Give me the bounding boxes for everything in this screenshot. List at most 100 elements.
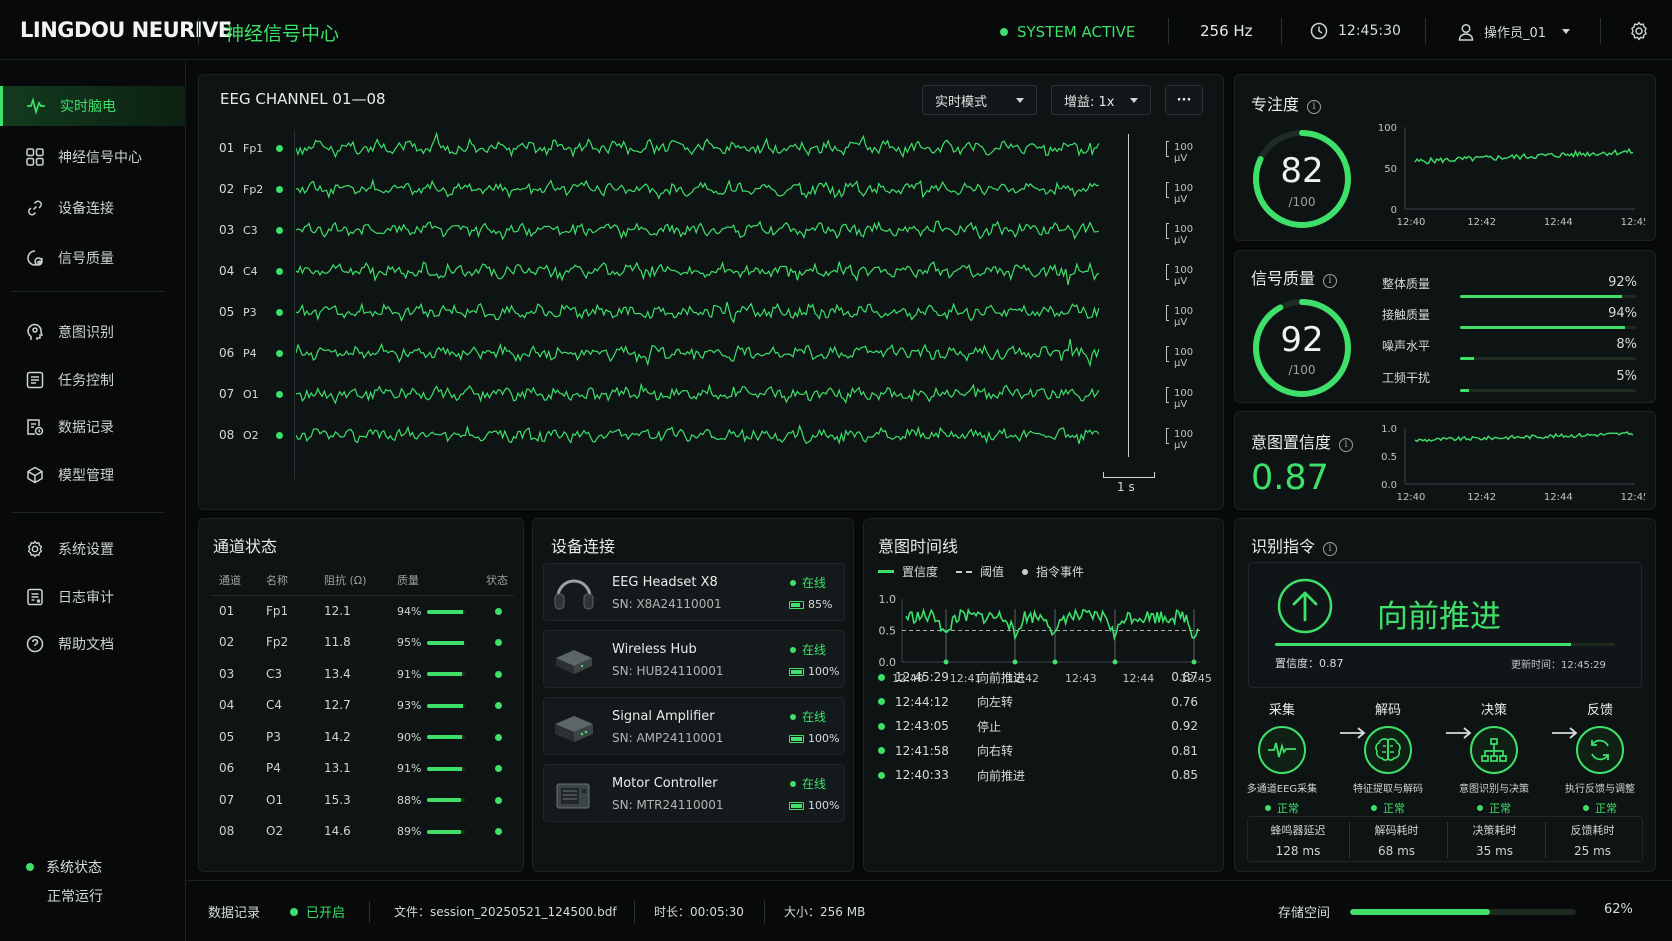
info-icon[interactable]: i bbox=[1323, 274, 1338, 288]
battery-icon bbox=[789, 600, 804, 609]
timeline-event[interactable]: 12:45:29 向前推进 0.87 bbox=[878, 667, 1198, 687]
eeg-channel-rows: 01 Fp1 100 µV 02 Fp2 100 µV 03 C3 100 µV 04… bbox=[199, 75, 1225, 511]
table-row[interactable]: 02 Fp2 11.8 95% bbox=[211, 627, 514, 659]
table-row[interactable]: 01 Fp1 12.1 94% bbox=[211, 595, 514, 627]
scale-bracket bbox=[1166, 182, 1169, 198]
table-row[interactable]: 06 P4 13.1 91% bbox=[211, 753, 514, 785]
device-card[interactable]: Motor Controller SN: MTR24110001 在线 100% bbox=[543, 764, 845, 822]
channel-scale: 100 µV bbox=[1174, 347, 1209, 369]
sidebar-item-signal-quality[interactable]: 信号质量 bbox=[0, 238, 186, 278]
channel-scale: 100 µV bbox=[1174, 183, 1209, 205]
cell-channel: 01 bbox=[219, 604, 235, 618]
channel-status-panel: 通道状态 通道 名称 阻抗 (Ω) 质量 状态 01 Fp1 12.1 94% … bbox=[198, 518, 524, 872]
timeline-event[interactable]: 12:43:05 停止 0.92 bbox=[878, 716, 1198, 736]
eeg-channel-row[interactable]: 05 P3 100 µV bbox=[199, 292, 1209, 332]
info-icon[interactable]: i bbox=[1307, 100, 1322, 114]
device-card[interactable]: Signal Amplifier SN: AMP24110001 在线 100% bbox=[543, 697, 845, 755]
eeg-channel-row[interactable]: 03 C3 100 µV bbox=[199, 210, 1209, 250]
pipeline-stage[interactable]: 解码 特征提取与解码 正常 bbox=[1343, 699, 1433, 816]
latency-item: 解码耗时 68 ms bbox=[1349, 822, 1443, 858]
sidebar-divider bbox=[12, 291, 164, 292]
eeg-channel-row[interactable]: 02 Fp2 100 µV bbox=[199, 169, 1209, 209]
gear-icon[interactable] bbox=[1629, 21, 1649, 41]
status-dot-icon bbox=[495, 733, 502, 741]
event-time: 12:43:05 bbox=[895, 719, 949, 733]
scale-bar bbox=[1103, 472, 1155, 478]
channel-status-dot bbox=[276, 309, 283, 316]
timeline-event[interactable]: 12:40:33 向前推进 0.85 bbox=[878, 765, 1198, 785]
quality-bar bbox=[427, 735, 466, 740]
channel-status-dot bbox=[276, 268, 283, 275]
status-dot-icon bbox=[790, 646, 796, 653]
device-card[interactable]: EEG Headset X8 SN: X8A24110001 在线 85% bbox=[543, 563, 845, 621]
sidebar-item-label: 设备连接 bbox=[58, 201, 114, 217]
cell-impedance: 14.6 bbox=[324, 824, 351, 839]
status-dot-icon bbox=[878, 722, 885, 730]
table-row[interactable]: 07 O1 15.3 88% bbox=[211, 784, 514, 816]
event-value: 0.92 bbox=[1171, 719, 1198, 733]
scale-bracket bbox=[1166, 428, 1169, 444]
info-icon[interactable]: i bbox=[1323, 542, 1338, 556]
command-updated: 更新时间：12:45:29 bbox=[1511, 660, 1606, 671]
cell-quality: 91% bbox=[397, 658, 475, 690]
device-card[interactable]: Wireless Hub SN: HUB24110001 在线 100% bbox=[543, 630, 845, 688]
device-battery: 100% bbox=[789, 665, 839, 678]
sidebar-item-log-audit[interactable]: 日志审计 bbox=[0, 577, 186, 617]
channel-scale-text: 100 µV bbox=[1174, 429, 1194, 451]
metric-value: 5% bbox=[1616, 369, 1637, 384]
stage-status-text: 正常 bbox=[1277, 802, 1299, 815]
quality-panel: 信号质量 i 92 /100 整体质量 92% 接触质量 94% 噪声水平 8% … bbox=[1234, 250, 1656, 403]
user-menu[interactable]: 操作员_01 bbox=[1458, 22, 1571, 41]
eeg-channel-row[interactable]: 06 P4 100 µV bbox=[199, 333, 1209, 373]
table-row[interactable]: 05 P3 14.2 90% bbox=[211, 721, 514, 753]
gear-icon bbox=[27, 540, 43, 558]
sidebar-item-model-management[interactable]: 模型管理 bbox=[0, 455, 186, 495]
timeline-event[interactable]: 12:44:12 向左转 0.76 bbox=[878, 692, 1198, 712]
pipeline-stage[interactable]: 反馈 执行反馈与调整 正常 bbox=[1555, 699, 1645, 816]
sidebar-item-data-record[interactable]: 数据记录 bbox=[0, 407, 186, 447]
eeg-waveform bbox=[296, 301, 1100, 324]
table-row[interactable]: 04 C4 12.7 93% bbox=[211, 690, 514, 722]
top-header: LINGDOU NEURIVE 神经信号中心 SYSTEM ACTIVE 256… bbox=[0, 0, 1672, 60]
eeg-channel-row[interactable]: 08 O2 100 µV bbox=[199, 415, 1209, 455]
sidebar-item-neural-center[interactable]: 神经信号中心 bbox=[0, 137, 186, 177]
device-name: Signal Amplifier bbox=[612, 709, 715, 724]
quality-bar bbox=[427, 766, 466, 771]
table-row[interactable]: 03 C3 13.4 91% bbox=[211, 658, 514, 690]
sidebar-item-label: 模型管理 bbox=[58, 468, 114, 484]
info-icon[interactable]: i bbox=[1339, 438, 1354, 452]
sidebar-item-settings[interactable]: 系统设置 bbox=[0, 529, 186, 569]
eeg-channel-row[interactable]: 07 O1 100 µV bbox=[199, 374, 1209, 414]
sidebar-item-label: 信号质量 bbox=[58, 251, 114, 267]
cell-name: O2 bbox=[266, 824, 284, 839]
sample-rate: 256 Hz bbox=[1200, 22, 1253, 40]
clock-time: 12:45:30 bbox=[1338, 23, 1401, 39]
sidebar-item-device-connection[interactable]: 设备连接 bbox=[0, 188, 186, 228]
metric-label: 噪声水平 bbox=[1382, 339, 1431, 353]
metric-bar bbox=[1460, 389, 1636, 392]
sidebar: 实时脑电 神经信号中心 设备连接 信号质量 意图识别 任务控制 数据记录 模型管… bbox=[0, 61, 186, 941]
sidebar-item-help[interactable]: 帮助文档 bbox=[0, 624, 186, 664]
pipeline-stage[interactable]: 采集 多通道EEG采集 正常 bbox=[1237, 699, 1327, 816]
eeg-trace bbox=[296, 338, 1100, 368]
timeline-event[interactable]: 12:41:58 向右转 0.81 bbox=[878, 741, 1198, 761]
eeg-channel-row[interactable]: 04 C4 100 µV bbox=[199, 251, 1209, 291]
time-cursor[interactable] bbox=[1128, 134, 1129, 457]
table-row[interactable]: 08 O2 14.6 89% bbox=[211, 816, 514, 848]
cell-quality-text: 95% bbox=[397, 636, 422, 650]
sidebar-item-task-control[interactable]: 任务控制 bbox=[0, 360, 186, 400]
controller-icon bbox=[552, 774, 596, 818]
pipeline-stage[interactable]: 决策 意图识别与决策 正常 bbox=[1449, 699, 1539, 816]
eeg-waveform bbox=[296, 338, 1100, 368]
device-sn: SN: X8A24110001 bbox=[612, 597, 722, 611]
confidence-trend-line bbox=[1414, 431, 1634, 443]
record-size: 大小：256 MB bbox=[784, 905, 866, 919]
log-icon bbox=[27, 588, 43, 606]
cell-name: P3 bbox=[266, 729, 281, 744]
sidebar-item-realtime-eeg[interactable]: 实时脑电 bbox=[0, 86, 186, 126]
cell-quality: 94% bbox=[397, 595, 475, 627]
event-value: 0.87 bbox=[1171, 670, 1198, 684]
sidebar-item-intent[interactable]: 意图识别 bbox=[0, 312, 186, 352]
eeg-channel-row[interactable]: 01 Fp1 100 µV bbox=[199, 128, 1209, 168]
cell-impedance: 13.1 bbox=[324, 761, 351, 776]
